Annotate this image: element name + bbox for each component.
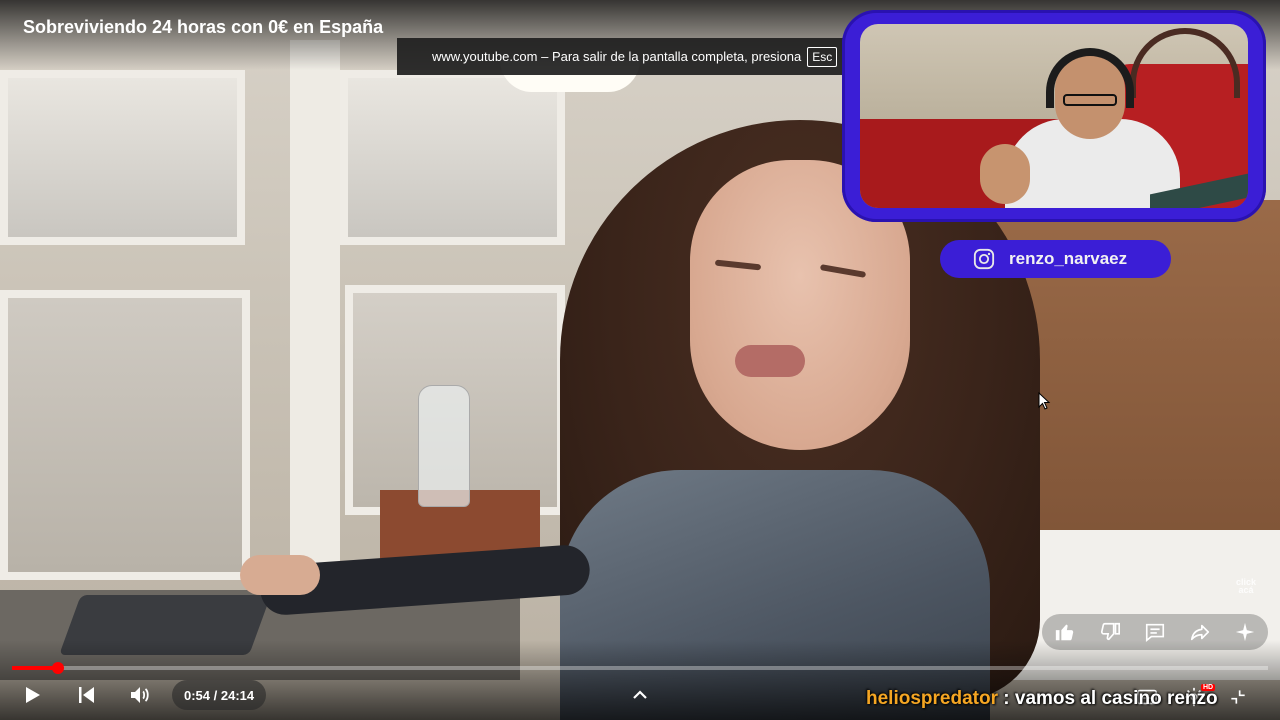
skip-previous-icon xyxy=(79,687,94,703)
chat-overlay-message: heliospredator : vamos al casino renzo xyxy=(866,688,1218,710)
mouse-cursor-icon xyxy=(1038,392,1051,410)
fullscreen-notice: www.youtube.com – Para salir de la panta… xyxy=(397,38,847,75)
instagram-icon xyxy=(973,248,995,270)
progress-bar[interactable] xyxy=(12,662,1268,674)
webcam-wheel-decor xyxy=(1130,28,1240,98)
fullscreen-exit-button[interactable] xyxy=(1228,684,1248,710)
person-hand xyxy=(240,555,320,595)
background-door-frame xyxy=(290,40,340,620)
streamer-hand xyxy=(980,144,1030,204)
streamer-glasses xyxy=(1063,94,1117,106)
previous-button[interactable] xyxy=(68,680,104,710)
background-window xyxy=(340,70,565,245)
video-title[interactable]: Sobreviviendo 24 horas con 0€ en España xyxy=(23,17,383,38)
play-icon xyxy=(26,687,40,703)
chat-username: heliospredator xyxy=(866,688,998,709)
watermark-logo: click acá xyxy=(1236,577,1257,595)
volume-icon xyxy=(131,687,149,703)
volume-button[interactable] xyxy=(122,680,158,710)
person-mouth xyxy=(735,345,805,377)
fullscreen-notice-text: www.youtube.com – Para salir de la panta… xyxy=(432,49,802,64)
chevron-up-icon xyxy=(633,690,647,699)
webcam-feed xyxy=(860,24,1248,208)
instagram-badge: renzo_narvaez xyxy=(940,240,1171,278)
chat-message-text: vamos al casino renzo xyxy=(1014,688,1218,709)
water-bottle xyxy=(418,385,470,507)
progress-scrubber[interactable] xyxy=(52,662,64,674)
exit-fullscreen-icon xyxy=(1231,690,1245,704)
chat-separator: : xyxy=(1003,688,1010,709)
background-window xyxy=(0,290,250,580)
background-window xyxy=(0,70,245,245)
expand-chapters-button[interactable] xyxy=(624,680,656,710)
instagram-handle: renzo_narvaez xyxy=(1009,249,1128,268)
time-display: 0:54 / 24:14 xyxy=(172,680,267,710)
play-button[interactable] xyxy=(14,680,50,710)
esc-key-badge: Esc xyxy=(807,46,838,67)
